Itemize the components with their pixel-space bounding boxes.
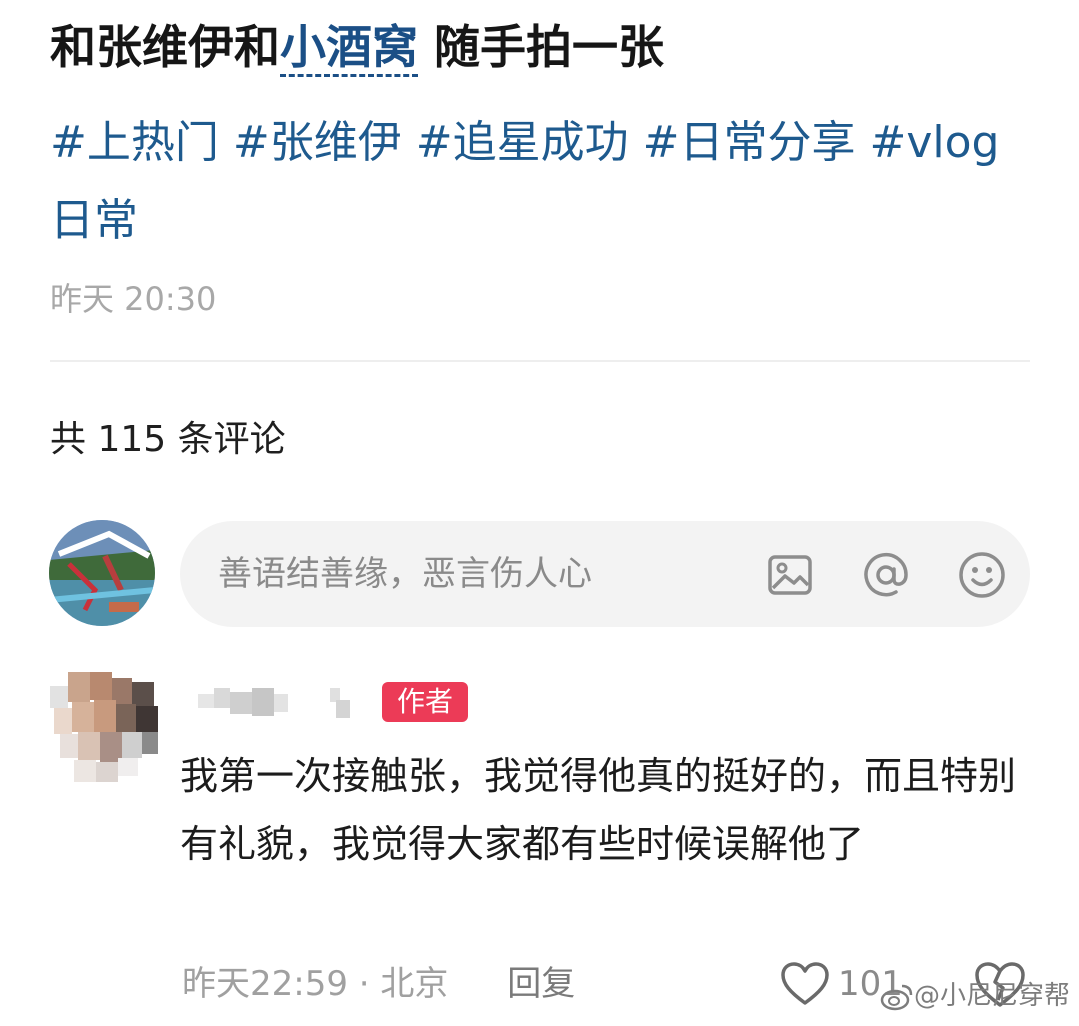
- commenter-name-blurred[interactable]: [190, 680, 370, 724]
- hashtag[interactable]: #上热门: [50, 117, 219, 168]
- author-badge: 作者: [382, 682, 468, 722]
- post-time: 昨天 20:30: [50, 280, 217, 318]
- mention-link[interactable]: 小酒窝: [280, 20, 418, 77]
- image-icon[interactable]: [766, 551, 814, 599]
- comment-location: 北京: [380, 964, 449, 1004]
- comment-text: 我第一次接触张，我觉得他真的挺好的，而且特别有礼貌，我觉得大家都有些时候误解他了: [180, 754, 1017, 866]
- avatar[interactable]: [49, 520, 155, 626]
- commenter-avatar-image: [50, 672, 158, 782]
- comment-time: 昨天22:59: [182, 964, 348, 1004]
- divider: [50, 360, 1030, 362]
- hashtag[interactable]: #日常分享: [643, 117, 856, 168]
- comment-count: 共 115 条评论: [50, 419, 286, 460]
- post-title-part1: 和张维伊和: [50, 20, 280, 74]
- post-detail-page: 和张维伊和小酒窝 随手拍一张 #上热门 #张维伊 #追星成功 #日常分享 #vl…: [0, 0, 1079, 1026]
- hashtag[interactable]: #追星成功: [416, 117, 629, 168]
- weibo-logo-icon: [880, 984, 913, 1011]
- post-title-part2: 随手拍一张: [418, 20, 665, 74]
- watermark: @小尼尼穿帮: [880, 976, 1070, 1016]
- avatar-image: [49, 520, 155, 626]
- meta-separator: ·: [358, 964, 381, 1004]
- comment-input[interactable]: 善语结善缘，恶言伤人心: [180, 521, 1030, 627]
- emoji-icon[interactable]: [958, 551, 1006, 599]
- heart-icon: [781, 962, 829, 1005]
- at-icon[interactable]: [862, 551, 910, 599]
- watermark-text: @小尼尼穿帮: [914, 981, 1071, 1011]
- hashtag[interactable]: #张维伊: [233, 117, 402, 168]
- post-title: 和张维伊和小酒窝 随手拍一张: [50, 14, 664, 80]
- comment-input-placeholder: 善语结善缘，恶言伤人心: [218, 554, 592, 594]
- hashtag-list: #上热门 #张维伊 #追星成功 #日常分享 #vlog日常: [50, 104, 1040, 260]
- reply-button[interactable]: 回复: [507, 964, 575, 1004]
- comment-meta: 昨天22:59 · 北京 回复: [182, 958, 575, 1010]
- commenter-avatar[interactable]: [50, 672, 162, 790]
